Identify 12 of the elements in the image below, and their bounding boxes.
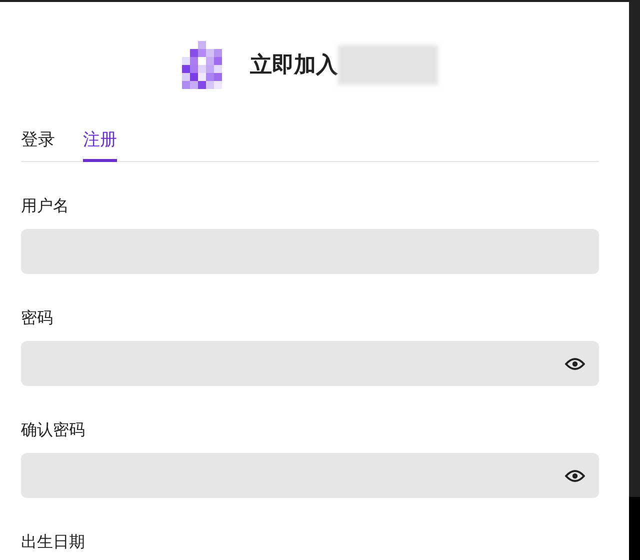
input-field[interactable] [21,341,599,386]
eye-icon[interactable] [565,356,585,370]
eye-icon[interactable] [565,468,585,482]
field-label: 用户名 [21,196,70,217]
tab[interactable]: 注册 [83,124,117,162]
field-label: 确认密码 [21,420,86,441]
field-label: 密码 [21,308,54,329]
input-field[interactable] [21,229,599,274]
input-field[interactable] [21,453,599,498]
page-title: 立即加入 [250,52,338,80]
tab[interactable]: 登录 [21,124,55,162]
field-label: 出生日期 [21,532,86,553]
